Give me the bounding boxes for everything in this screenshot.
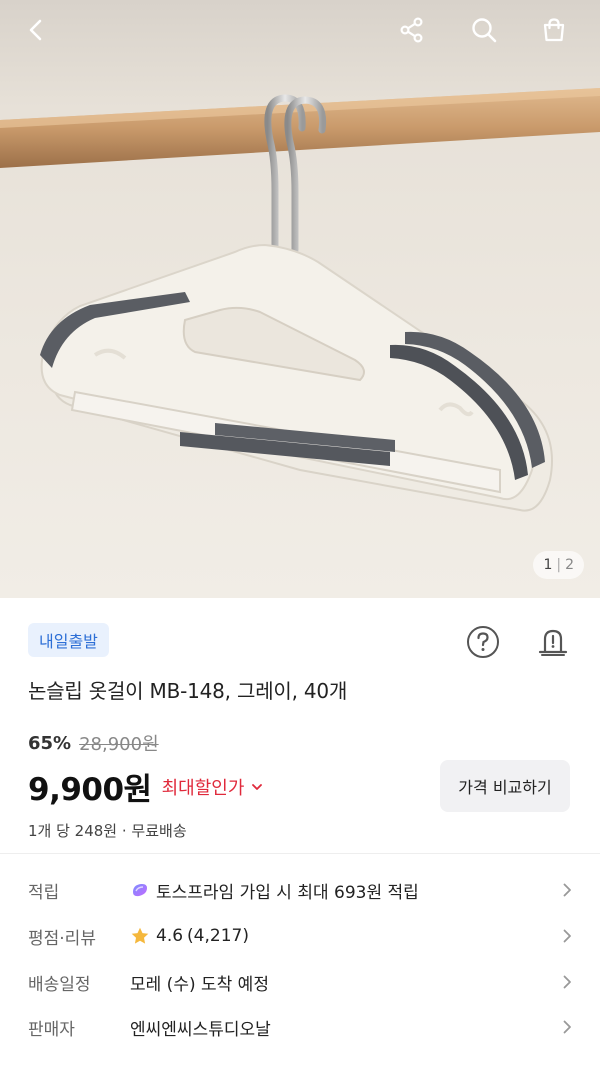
discount-row: 65% 28,900원 xyxy=(28,730,159,756)
delivery-badge: 내일출발 xyxy=(28,623,109,657)
compare-price-button[interactable]: 가격 비교하기 xyxy=(440,760,570,812)
review-count: (4,217) xyxy=(187,926,249,946)
section-divider xyxy=(0,853,600,854)
info-row-seller[interactable]: 판매자 엔씨엔씨스튜디오날 xyxy=(28,1007,576,1047)
image-counter: 1 | 2 xyxy=(533,551,584,579)
image-counter-separator: | xyxy=(556,557,562,573)
points-value: 토스프라임 가입 시 최대 693원 적립 xyxy=(156,882,419,903)
toss-prime-icon xyxy=(133,883,147,897)
image-counter-total: 2 xyxy=(565,557,574,573)
star-icon xyxy=(131,927,149,944)
chevron-right-icon xyxy=(558,927,576,945)
unit-price-shipping: 1개 당 248원 · 무료배송 xyxy=(28,822,187,840)
delivery-value: 모레 (수) 도착 예정 xyxy=(130,974,269,995)
question-icon xyxy=(467,626,499,658)
rating-score: 4.6 xyxy=(156,926,184,946)
max-discount-label: 최대할인가 xyxy=(161,777,245,799)
share-icon xyxy=(400,17,423,43)
product-image[interactable]: 1 | 2 xyxy=(0,0,600,598)
original-price: 28,900원 xyxy=(79,734,159,755)
back-button[interactable] xyxy=(14,8,58,52)
cart-button[interactable] xyxy=(532,8,576,52)
share-button[interactable] xyxy=(390,8,434,52)
product-title: 논슬립 옷걸이 MB-148, 그레이, 40개 xyxy=(28,679,348,703)
info-row-rating[interactable]: 평점·리뷰 4.6 (4,217) xyxy=(28,916,576,956)
delivery-label: 배송일정 xyxy=(28,974,91,995)
chevron-right-icon xyxy=(558,1018,576,1036)
chevron-right-icon xyxy=(558,973,576,991)
chevron-right-icon xyxy=(558,881,576,899)
seller-label: 판매자 xyxy=(28,1019,75,1040)
help-button[interactable] xyxy=(463,622,503,662)
alert-button[interactable] xyxy=(533,622,573,662)
discount-rate: 65% xyxy=(28,732,72,754)
rating-label: 평점·리뷰 xyxy=(28,928,96,949)
price-row: 9,900원 최대할인가 xyxy=(28,764,264,809)
search-icon xyxy=(472,18,497,43)
info-row-delivery[interactable]: 배송일정 모레 (수) 도착 예정 xyxy=(28,962,576,1002)
top-navigation-bar xyxy=(0,0,600,64)
search-button[interactable] xyxy=(462,8,506,52)
info-row-points[interactable]: 적립 토스프라임 가입 시 최대 693원 적립 xyxy=(28,870,576,910)
shopping-bag-icon xyxy=(543,18,565,42)
alarm-bell-icon xyxy=(538,629,568,656)
sale-price: 9,900원 xyxy=(28,772,152,808)
points-label: 적립 xyxy=(28,882,60,903)
chevron-left-icon xyxy=(29,19,42,41)
image-counter-current: 1 xyxy=(543,557,553,573)
seller-name: 엔씨엔씨스튜디오날 xyxy=(130,1019,271,1040)
hanger-illustration xyxy=(0,88,600,512)
chevron-down-icon xyxy=(252,783,263,790)
max-discount-toggle[interactable]: 최대할인가 xyxy=(162,774,265,800)
